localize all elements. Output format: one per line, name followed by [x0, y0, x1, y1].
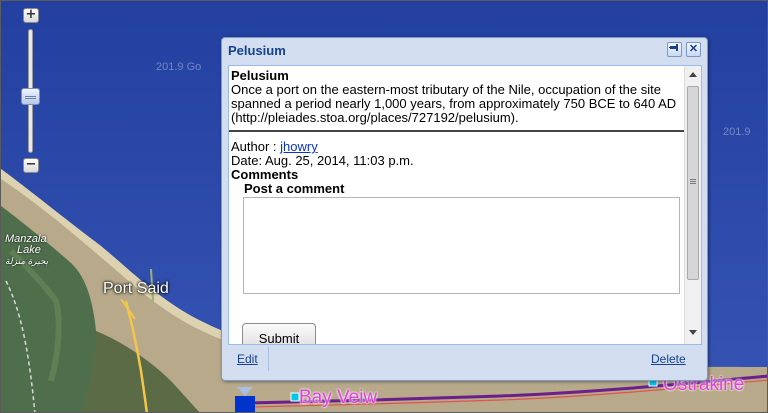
comments-heading: Comments [231, 167, 299, 182]
zoom-out-button[interactable]: − [23, 158, 39, 173]
lake-word: Lake [17, 244, 41, 256]
popup-body[interactable]: Pelusium Once a port on the eastern-most… [228, 65, 702, 345]
place-label-lake: Manzala Lake بحيرة منزلة [5, 234, 48, 267]
place-label-port-said: Port Said [103, 280, 169, 297]
place-description: Once a port on the eastern-most tributar… [231, 82, 677, 125]
author-link[interactable]: jhowry [280, 139, 318, 154]
map-view[interactable]: 201.9 Go 201.9 Port Said Manzala Lake بح… [0, 0, 768, 413]
submit-button[interactable]: Submit [242, 323, 316, 344]
author-line: Author : jhowry [231, 140, 682, 154]
delete-link[interactable]: Delete [651, 352, 686, 366]
popup-scrollbar[interactable] [684, 66, 701, 344]
pin-icon[interactable] [667, 42, 682, 57]
edit-link[interactable]: Edit [237, 352, 258, 366]
scroll-up-arrow-icon[interactable] [689, 72, 697, 77]
scroll-down-arrow-icon[interactable] [689, 330, 697, 335]
comment-textarea[interactable] [243, 197, 680, 294]
scrollbar-thumb[interactable] [687, 86, 699, 280]
footer-divider [268, 347, 269, 371]
scrollbar-grip-icon [690, 179, 696, 180]
place-label-bay-veiw: Bay Veiw [299, 387, 378, 408]
place-name: Pelusium [231, 68, 289, 83]
map-marker-icon[interactable] [234, 387, 256, 413]
author-label: Author : [231, 139, 281, 154]
zoom-in-button[interactable]: + [23, 8, 39, 23]
date-line: Date: Aug. 25, 2014, 11:03 p.m. [231, 153, 414, 168]
popup-title: Pelusium [228, 43, 286, 58]
post-comment-heading: Post a comment [244, 181, 345, 196]
popup-content: Pelusium Once a port on the eastern-most… [229, 66, 684, 344]
close-icon[interactable]: ✕ [686, 42, 701, 57]
zoom-slider-handle[interactable] [21, 88, 40, 105]
divider [229, 130, 684, 132]
place-popup: Pelusium ✕ Pelusium Once a port on the e… [221, 37, 708, 381]
lake-arabic: بحيرة منزلة [5, 256, 49, 266]
